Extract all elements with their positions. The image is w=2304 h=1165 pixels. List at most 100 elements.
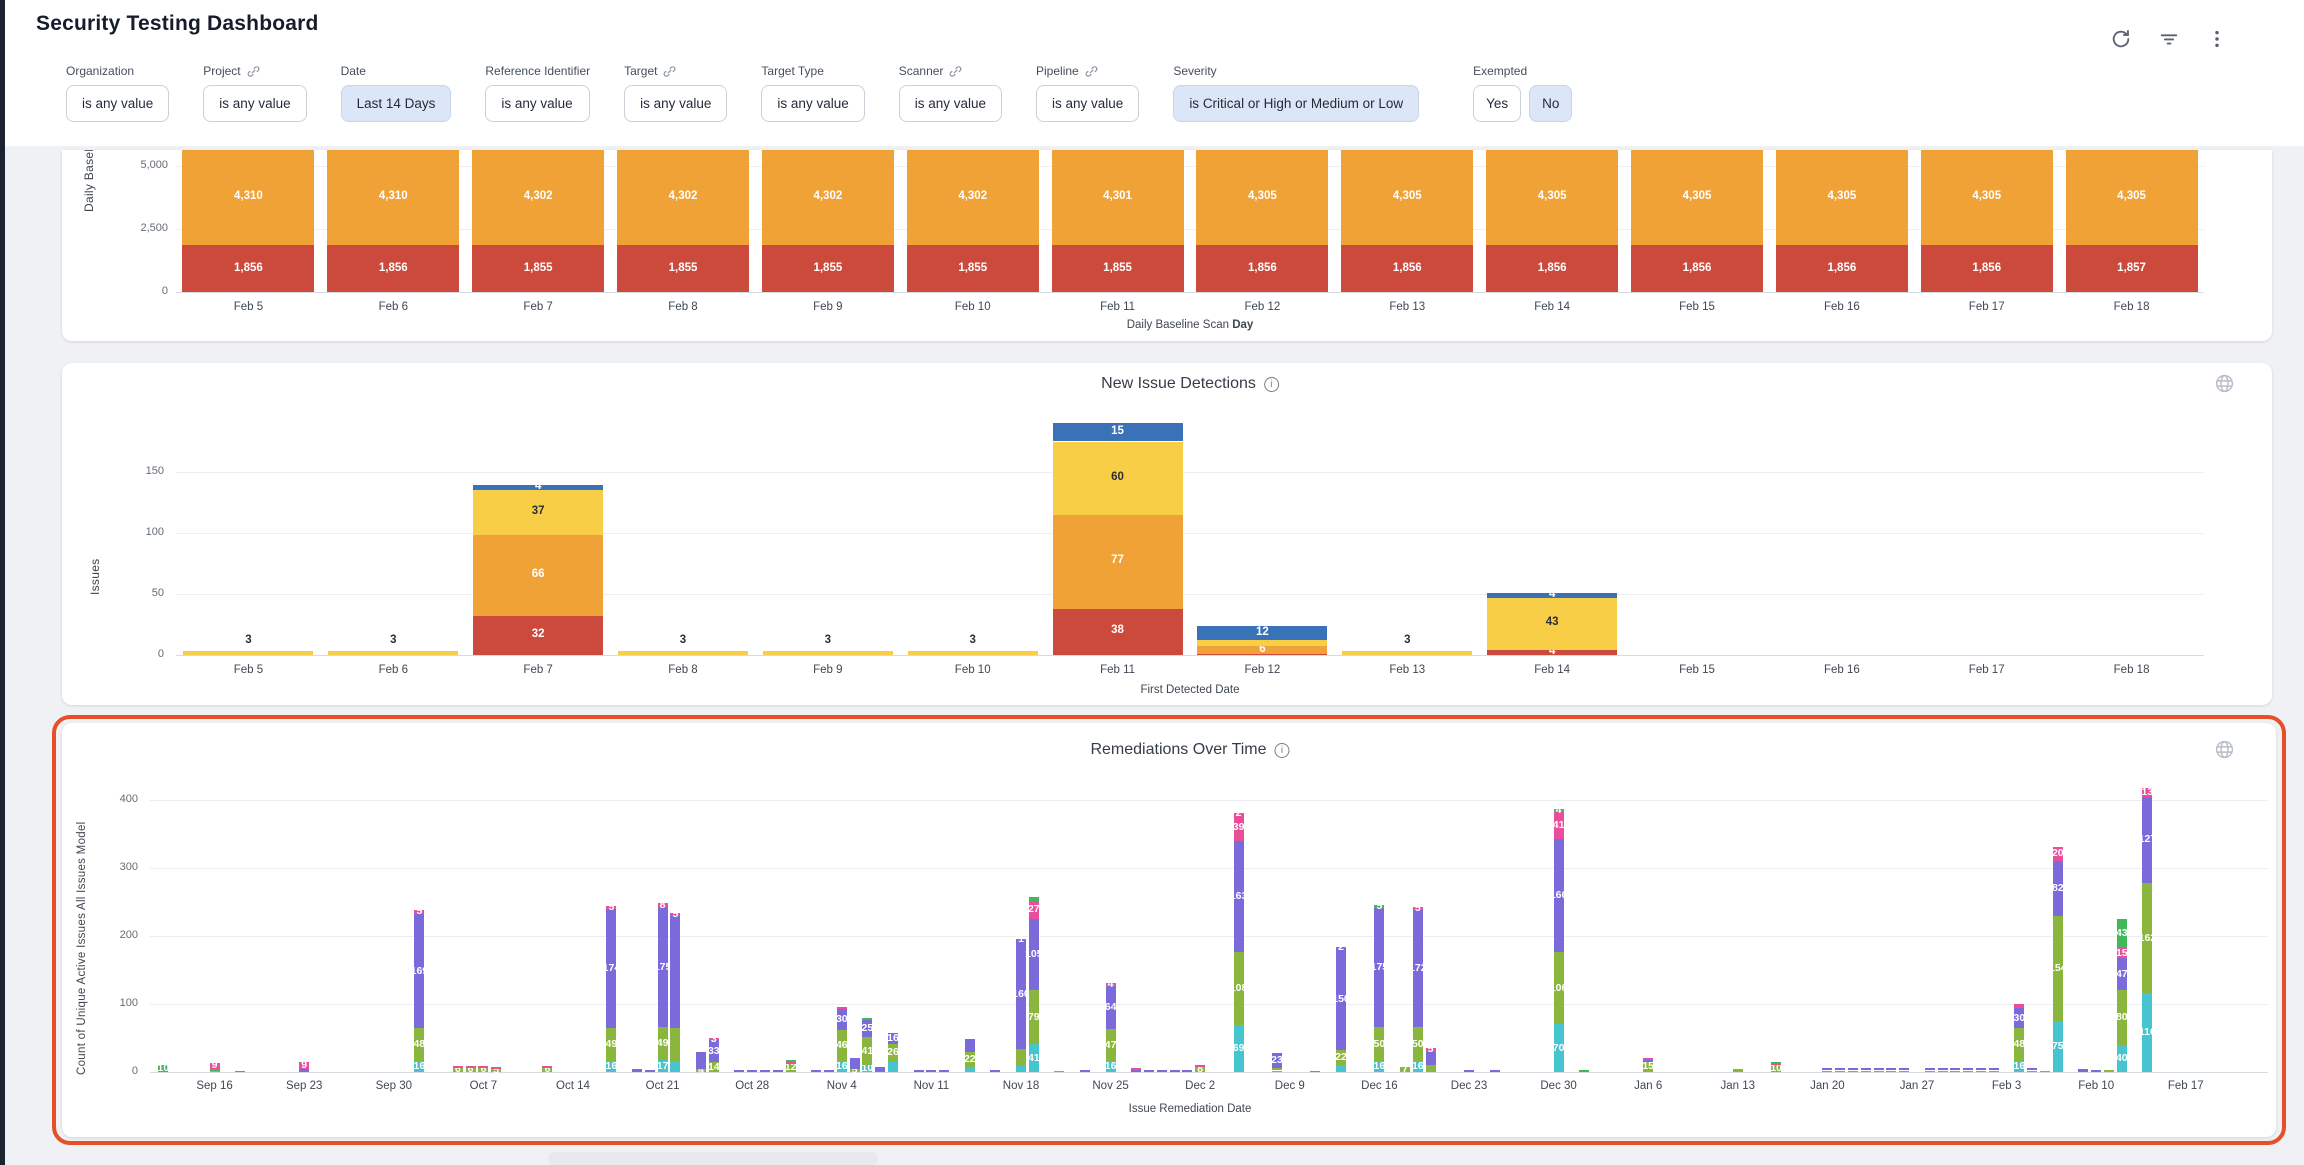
bar-segment-olive[interactable] (1029, 990, 1039, 1044)
bar-segment-pink[interactable] (1643, 1058, 1653, 1060)
bar-segment-pink[interactable] (491, 1067, 501, 1069)
bar-segment-pink[interactable] (1029, 901, 1039, 919)
bar-segment-purple[interactable] (1336, 948, 1346, 1050)
kebab-menu-icon[interactable] (2204, 26, 2230, 52)
bar-segment-olive[interactable] (2040, 1071, 2050, 1073)
bar-segment-purple[interactable] (670, 916, 680, 1028)
bar-segment-olive[interactable] (2117, 990, 2127, 1044)
bar-segment-red[interactable] (1486, 245, 1618, 292)
bar-segment-purple[interactable] (1861, 1068, 1871, 1070)
bar-segment-olive[interactable] (1413, 1027, 1423, 1061)
bar-segment-orange[interactable] (472, 150, 604, 245)
bar-segment-purple[interactable] (658, 908, 668, 1027)
filter-value-pill[interactable]: is any value (66, 85, 169, 122)
bar-segment-green[interactable] (1310, 1071, 1320, 1073)
bar-segment-red[interactable] (472, 245, 604, 292)
bar-segment-pink[interactable] (1131, 1068, 1141, 1070)
bar-segment-pink[interactable] (2014, 1004, 2024, 1008)
bar-segment-orange[interactable] (1631, 150, 1763, 245)
bar-segment-orange[interactable] (1486, 150, 1618, 245)
bar-segment-purple[interactable] (939, 1070, 949, 1072)
bar-segment-purple[interactable] (1643, 1060, 1653, 1062)
bar-segment-olive[interactable] (1195, 1067, 1205, 1072)
bar-segment-purple[interactable] (1822, 1068, 1832, 1070)
bar-segment-medium[interactable] (328, 651, 458, 655)
bar-segment-purple[interactable] (850, 1058, 860, 1068)
bar-segment-orange[interactable] (762, 150, 894, 245)
filter-value-pill[interactable]: is any value (899, 85, 1002, 122)
bar-segment-olive[interactable] (1374, 1027, 1384, 1061)
bar-segment-green[interactable] (235, 1071, 245, 1073)
bar-segment-pink[interactable] (1106, 983, 1116, 986)
bar-segment-teal[interactable] (1336, 1065, 1346, 1072)
bar-segment-red[interactable] (1631, 245, 1763, 292)
bar-segment-orange[interactable] (1921, 150, 2053, 245)
bar-segment-purple[interactable] (2027, 1068, 2037, 1070)
bar-segment-purple[interactable] (1234, 841, 1244, 952)
bar-segment-purple[interactable] (875, 1067, 885, 1072)
bar-segment-pink[interactable] (786, 1062, 796, 1064)
bar-segment-olive[interactable] (466, 1068, 476, 1072)
bar-segment-olive[interactable] (1989, 1071, 1999, 1073)
bar-segment-olive[interactable] (1400, 1067, 1410, 1072)
info-icon[interactable]: i (1264, 377, 1279, 392)
bar-segment-olive[interactable] (786, 1064, 796, 1072)
bar-segment-medium[interactable] (618, 651, 748, 655)
bar-segment-purple[interactable] (760, 1070, 770, 1072)
bar-segment-green[interactable] (1374, 905, 1384, 908)
bar-segment-medium[interactable] (763, 651, 893, 655)
info-icon[interactable]: i (1275, 743, 1290, 758)
bar-segment-orange[interactable] (327, 150, 459, 245)
bar-segment-purple[interactable] (2014, 1008, 2024, 1028)
bar-segment-olive[interactable] (658, 1027, 668, 1060)
bar-segment-pink[interactable] (1413, 907, 1423, 910)
bar-segment-teal[interactable] (1272, 1071, 1282, 1073)
bar-segment-medium[interactable] (473, 490, 603, 535)
bar-segment-orange[interactable] (1052, 150, 1184, 245)
bar-segment-critical[interactable] (1197, 654, 1327, 655)
bar-segment-olive[interactable] (1925, 1071, 1935, 1073)
bar-segment-high[interactable] (473, 535, 603, 616)
bar-segment-green[interactable] (1771, 1062, 1781, 1064)
bar-segment-medium[interactable] (1342, 651, 1472, 655)
bar-segment-purple[interactable] (734, 1070, 744, 1072)
bar-segment-teal[interactable] (888, 1062, 898, 1072)
bar-segment-purple[interactable] (862, 1020, 872, 1037)
bar-segment-red[interactable] (1921, 245, 2053, 292)
bar-segment-purple[interactable] (1157, 1070, 1167, 1072)
bar-segment-purple[interactable] (1426, 1052, 1436, 1066)
bar-segment-pink[interactable] (709, 1038, 719, 1040)
bar-segment-medium[interactable] (908, 651, 1038, 655)
bar-segment-teal[interactable] (658, 1060, 668, 1072)
bar-segment-medium[interactable] (183, 651, 313, 655)
bar-segment-orange[interactable] (907, 150, 1039, 245)
bar-segment-teal[interactable] (837, 1061, 847, 1072)
bar-segment-low[interactable] (1487, 593, 1617, 598)
filter-value-pill[interactable]: is any value (761, 85, 864, 122)
bar-segment-green[interactable] (2117, 919, 2127, 948)
refresh-icon[interactable] (2108, 26, 2134, 52)
bar-segment-purple[interactable] (2053, 861, 2063, 917)
bar-segment-olive[interactable] (2053, 916, 2063, 1021)
bar-segment-teal[interactable] (1374, 1061, 1384, 1072)
bar-segment-olive[interactable] (888, 1044, 898, 1062)
filter-value-pill[interactable]: is Critical or High or Medium or Low (1173, 85, 1419, 122)
bar-segment-olive[interactable] (1835, 1071, 1845, 1073)
bar-segment-olive[interactable] (1848, 1071, 1858, 1073)
bar-segment-teal[interactable] (2053, 1021, 2063, 1072)
bar-segment-green[interactable] (1234, 813, 1244, 815)
bar-segment-teal[interactable] (1016, 1066, 1026, 1072)
bar-segment-purple[interactable] (1835, 1068, 1845, 1070)
bar-segment-purple[interactable] (1490, 1070, 1500, 1072)
bar-segment-purple[interactable] (696, 1052, 706, 1070)
bar-segment-olive[interactable] (478, 1068, 488, 1072)
bar-segment-pink[interactable] (466, 1066, 476, 1068)
bar-segment-purple[interactable] (1182, 1070, 1192, 1072)
bar-segment-olive[interactable] (1771, 1065, 1781, 1072)
bar-segment-purple[interactable] (2117, 958, 2127, 990)
bar-segment-green[interactable] (1029, 897, 1039, 901)
bar-segment-olive[interactable] (862, 1037, 872, 1065)
bar-segment-pink[interactable] (2142, 788, 2152, 797)
bar-segment-red[interactable] (182, 245, 314, 292)
bar-segment-purple[interactable] (811, 1070, 821, 1072)
